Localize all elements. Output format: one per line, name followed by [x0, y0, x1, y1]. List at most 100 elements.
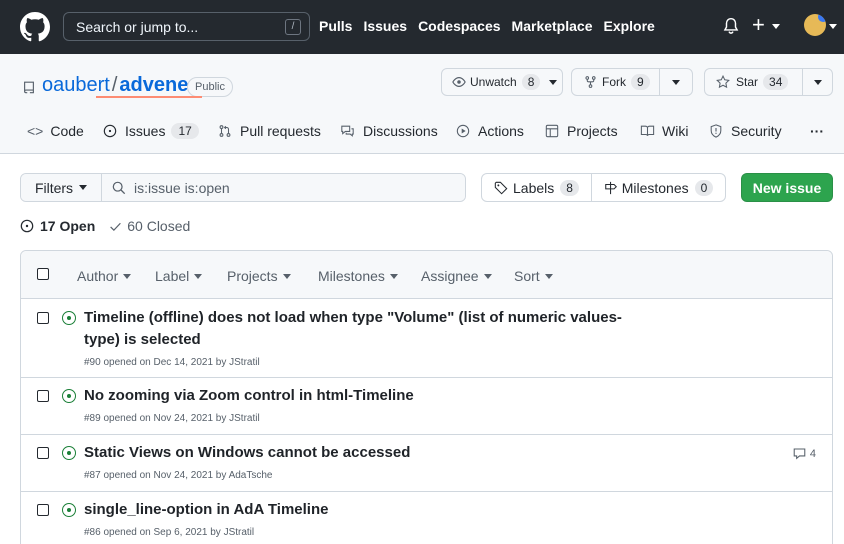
- issue-opened-icon: [20, 219, 34, 233]
- list-item[interactable]: No zooming via Zoom control in html-Time…: [21, 378, 832, 435]
- issue-title-link[interactable]: single_line-option in AdA Timeline: [84, 499, 328, 521]
- star-label: Star: [736, 75, 759, 89]
- issue-meta: #86 opened on Sep 6, 2021 by JStratil: [84, 527, 255, 538]
- author-filter-label: Author: [77, 268, 119, 284]
- nav-marketplace[interactable]: Marketplace: [512, 18, 593, 34]
- star-button-group: Star 34: [704, 68, 833, 96]
- notifications-bell-icon[interactable]: [722, 17, 740, 35]
- list-item[interactable]: Timeline (offline) does not load when ty…: [21, 299, 832, 378]
- tag-icon: [494, 181, 508, 194]
- filters-dropdown-button[interactable]: Filters: [21, 174, 102, 201]
- global-search-input[interactable]: Search or jump to... /: [63, 12, 310, 41]
- slash-shortcut-icon: /: [285, 19, 301, 35]
- issue-title-link[interactable]: No zooming via Zoom control in html-Time…: [84, 385, 414, 407]
- list-item[interactable]: Static Views on Windows cannot be access…: [21, 435, 832, 492]
- select-all-checkbox[interactable]: [37, 268, 49, 280]
- sort-filter[interactable]: Sort: [514, 268, 553, 284]
- milestones-caret-icon: [389, 273, 398, 279]
- tab-issues-label: Issues: [125, 123, 166, 139]
- assignee-filter-label: Assignee: [421, 268, 479, 284]
- tab-discussions[interactable]: Discussions: [340, 123, 438, 157]
- github-logo-icon[interactable]: [20, 12, 50, 42]
- issue-title-line-1: Timeline (offline) does not load when ty…: [84, 309, 622, 326]
- repo-name-link[interactable]: advene: [119, 74, 188, 96]
- projects-filter-label: Projects: [227, 268, 278, 284]
- nav-pulls[interactable]: Pulls: [319, 18, 352, 34]
- tab-discussions-label: Discussions: [363, 123, 438, 139]
- tab-pull-requests[interactable]: Pull requests: [218, 123, 321, 157]
- assignee-filter[interactable]: Assignee: [421, 268, 492, 284]
- global-nav: Pulls Issues Codespaces Marketplace Expl…: [319, 18, 655, 34]
- search-icon: [112, 181, 126, 194]
- filters-label: Filters: [34, 179, 74, 196]
- repository-header: oaubert / advene Public Unwatch 8 Fork 9 S…: [0, 54, 844, 154]
- unwatch-button[interactable]: Unwatch 8: [441, 68, 563, 96]
- book-icon: [640, 125, 655, 136]
- issue-title-link[interactable]: Timeline (offline) does not load when ty…: [84, 307, 622, 351]
- fork-count: 9: [631, 74, 650, 90]
- visibility-badge: Public: [187, 77, 233, 97]
- milestones-button[interactable]: Milestones 0: [592, 174, 725, 201]
- issue-title-link[interactable]: Static Views on Windows cannot be access…: [84, 442, 410, 464]
- repo-owner-link[interactable]: oaubert: [42, 74, 110, 96]
- create-caret-icon[interactable]: [772, 24, 780, 29]
- new-issue-button[interactable]: New issue: [741, 173, 833, 202]
- tab-issues[interactable]: Issues 17: [103, 123, 199, 157]
- tab-code-label: Code: [50, 123, 84, 139]
- create-new-plus-icon[interactable]: +: [752, 14, 765, 36]
- tab-security[interactable]: Security: [709, 123, 782, 157]
- label-filter[interactable]: Label: [155, 268, 203, 284]
- issue-checkbox[interactable]: [37, 504, 49, 516]
- projects-caret-icon: [282, 273, 291, 279]
- global-header: Search or jump to... / Pulls Issues Code…: [0, 0, 844, 54]
- nav-explore[interactable]: Explore: [603, 18, 654, 34]
- fork-dropdown-button[interactable]: [660, 79, 692, 85]
- labels-milestones-group: Labels 8 Milestones 0: [481, 173, 726, 202]
- search-placeholder: Search or jump to...: [76, 18, 199, 35]
- comments-link[interactable]: 4: [793, 447, 816, 460]
- table-icon: [545, 124, 559, 138]
- label-caret-icon: [194, 273, 203, 279]
- watch-caret-icon: [549, 79, 558, 85]
- star-button[interactable]: Star 34: [705, 69, 803, 95]
- issue-checkbox[interactable]: [37, 312, 49, 324]
- tab-projects[interactable]: Projects: [545, 123, 618, 157]
- star-caret-icon: [813, 79, 822, 85]
- issue-checkbox[interactable]: [37, 447, 49, 459]
- nav-codespaces[interactable]: Codespaces: [418, 18, 500, 34]
- filters-caret-icon: [79, 185, 88, 190]
- tab-actions[interactable]: Actions: [456, 123, 524, 157]
- assignee-caret-icon: [483, 273, 492, 279]
- play-icon: [456, 124, 470, 138]
- tab-actions-label: Actions: [478, 123, 524, 139]
- avatar-caret-icon[interactable]: [829, 24, 837, 29]
- closed-issues-link[interactable]: 60 Closed: [109, 218, 190, 234]
- tab-security-label: Security: [731, 123, 782, 139]
- milestones-filter[interactable]: Milestones: [318, 268, 398, 284]
- issue-open-icon: [62, 446, 76, 460]
- projects-filter[interactable]: Projects: [227, 268, 291, 284]
- repo-title: oaubert / advene: [42, 74, 188, 97]
- issue-checkbox[interactable]: [37, 390, 49, 402]
- tab-code[interactable]: <> Code: [27, 123, 84, 157]
- nav-issues[interactable]: Issues: [363, 18, 407, 34]
- tab-wiki-label: Wiki: [662, 123, 689, 139]
- list-item[interactable]: single_line-option in AdA Timeline #86 o…: [21, 492, 832, 544]
- more-tabs-button[interactable]: ···: [810, 123, 824, 157]
- issue-meta: #89 opened on Nov 24, 2021 by JStratil: [84, 413, 260, 424]
- tab-wiki[interactable]: Wiki: [640, 123, 688, 157]
- issues-list: Author Label Projects Milestones Assigne…: [20, 250, 833, 544]
- fork-button-group: Fork 9: [571, 68, 693, 96]
- open-issues-label: 17 Open: [40, 218, 96, 234]
- author-filter[interactable]: Author: [77, 268, 132, 284]
- fork-button[interactable]: Fork 9: [572, 69, 660, 95]
- milestones-filter-label: Milestones: [318, 268, 385, 284]
- issues-search-input[interactable]: is:issue is:open: [102, 174, 465, 201]
- issue-state-toggle: 17 Open 60 Closed: [20, 218, 190, 234]
- star-dropdown-button[interactable]: [803, 79, 832, 85]
- labels-button[interactable]: Labels 8: [482, 174, 592, 201]
- user-avatar[interactable]: [804, 14, 826, 36]
- open-issues-link[interactable]: 17 Open: [20, 218, 95, 234]
- issue-open-icon: [62, 389, 76, 403]
- comment-count: 4: [809, 447, 816, 460]
